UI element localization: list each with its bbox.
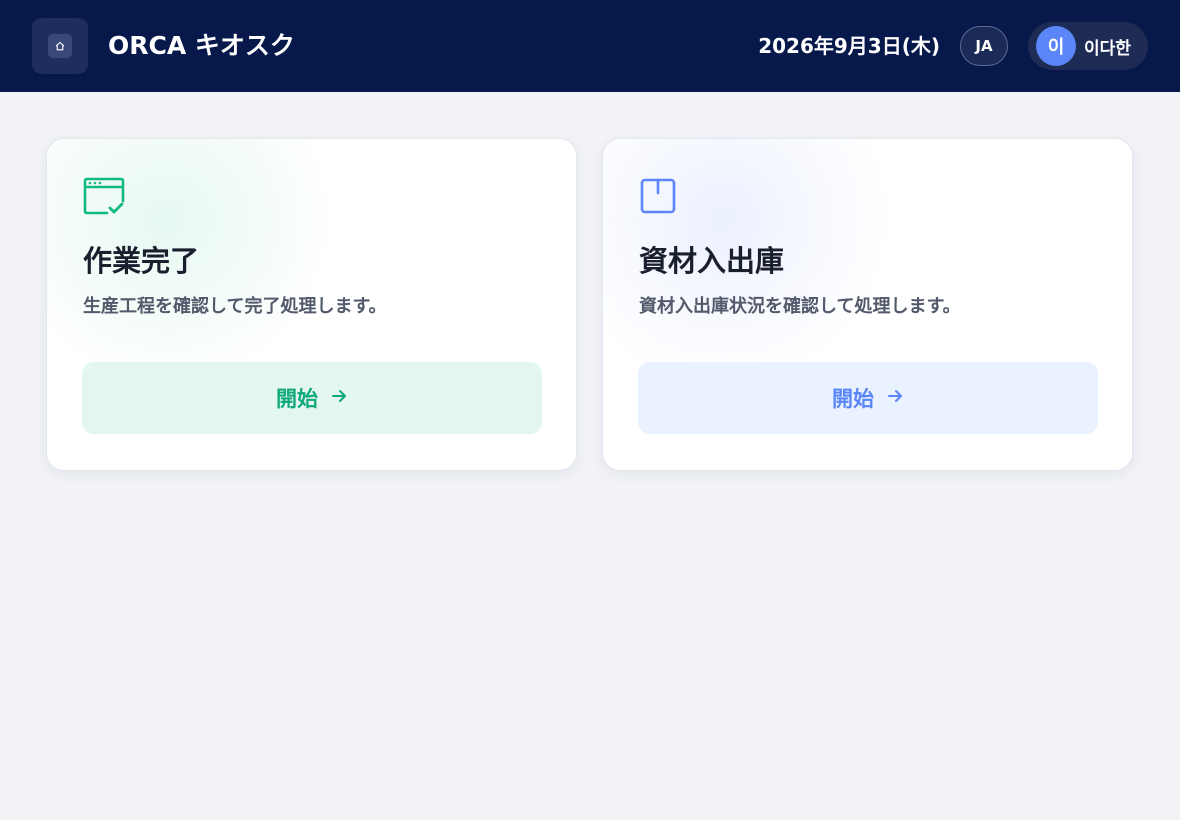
start-work-complete-button[interactable]: 開始 [82, 362, 542, 434]
top-bar: ORCA キオスク 2026年9月3日(木) JA 이 이다한 [0, 0, 1180, 92]
language-button[interactable]: JA [960, 26, 1008, 66]
home-icon [48, 34, 72, 58]
card-title: 資材入出庫 [639, 244, 785, 278]
app-title: ORCA キオスク [108, 31, 295, 60]
current-date: 2026年9月3日(木) [758, 34, 940, 58]
arrow-right-icon [330, 387, 348, 410]
card-material-inout: 資材入出庫 資材入出庫状況を確認して処理します。 開始 [602, 138, 1133, 471]
user-menu[interactable]: 이 이다한 [1028, 22, 1148, 70]
start-button-label: 開始 [832, 387, 874, 411]
start-button-label: 開始 [276, 387, 318, 411]
box-icon [639, 177, 683, 219]
card-work-complete: 作業完了 生産工程を確認して完了処理します。 開始 [46, 138, 577, 471]
window-check-icon [83, 177, 127, 219]
card-description: 資材入出庫状況を確認して処理します。 [639, 296, 961, 317]
card-description: 生産工程を確認して完了処理します。 [83, 296, 387, 317]
arrow-right-icon [886, 387, 904, 410]
card-title: 作業完了 [83, 244, 200, 278]
home-button[interactable] [32, 18, 88, 74]
start-material-inout-button[interactable]: 開始 [638, 362, 1098, 434]
avatar: 이 [1036, 26, 1076, 66]
user-name: 이다한 [1084, 38, 1131, 59]
